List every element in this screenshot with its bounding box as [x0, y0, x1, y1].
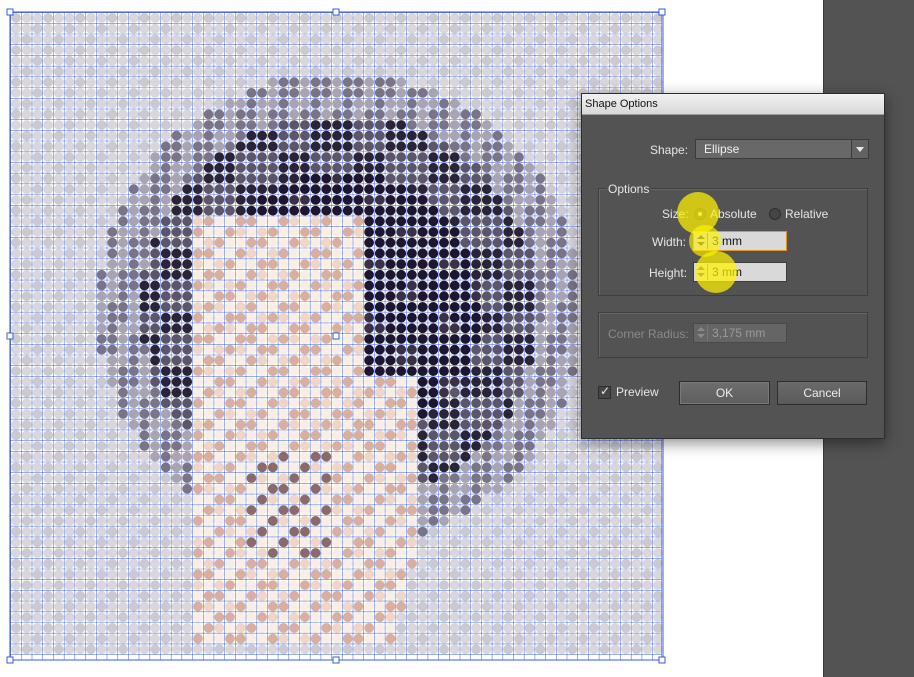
height-label: Height:: [649, 266, 688, 280]
preview-label[interactable]: Preview: [616, 385, 659, 399]
options-group-label: Options: [606, 182, 652, 196]
size-absolute-label[interactable]: Absolute: [710, 207, 757, 221]
chevron-down-icon[interactable]: [851, 140, 868, 158]
corner-radius-field: [693, 323, 787, 343]
shape-select[interactable]: Ellipse: [695, 139, 869, 159]
width-input[interactable]: [710, 232, 770, 250]
width-stepper[interactable]: [695, 233, 708, 249]
size-relative-label[interactable]: Relative: [785, 207, 828, 221]
cancel-button[interactable]: Cancel: [777, 381, 867, 405]
shape-select-value: Ellipse: [704, 142, 740, 156]
preview-checkbox[interactable]: [598, 384, 611, 399]
size-relative-radio[interactable]: [769, 208, 781, 220]
corner-radius-stepper: [695, 325, 708, 341]
corner-radius-label: Corner Radius:: [608, 327, 689, 341]
size-label: Size:: [662, 207, 689, 221]
height-stepper[interactable]: [695, 264, 708, 280]
width-label: Width:: [652, 235, 687, 249]
shape-label: Shape:: [650, 143, 689, 157]
size-absolute-radio[interactable]: [694, 208, 706, 220]
height-field[interactable]: [693, 262, 787, 282]
width-field[interactable]: [693, 231, 787, 251]
dialog-title-bar[interactable]: Shape Options: [582, 94, 884, 115]
ok-button[interactable]: OK: [679, 381, 770, 405]
shape-options-dialog: Shape Options Shape: Ellipse Options Siz…: [581, 93, 885, 439]
height-input[interactable]: [710, 263, 770, 281]
corner-radius-input: [710, 324, 770, 342]
dialog-title: Shape Options: [585, 98, 658, 110]
